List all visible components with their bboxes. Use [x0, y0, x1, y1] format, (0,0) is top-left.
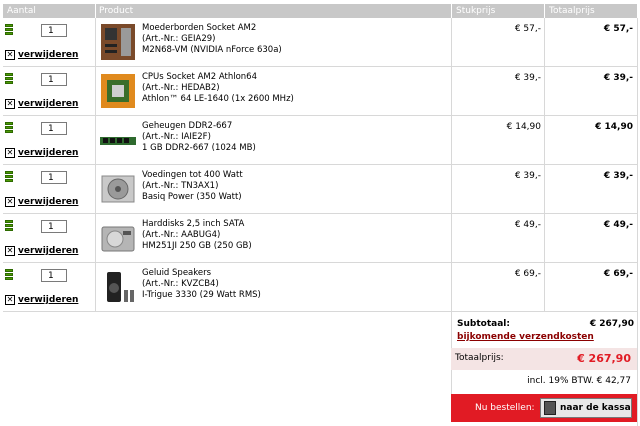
remove-item-button[interactable]: ✕ verwijderen	[5, 50, 78, 60]
product-spec: Athlon™ 64 LE-1640 (1x 2600 MHz)	[142, 94, 294, 104]
product-artnr: (Art.-Nr.: IAIE2F)	[142, 132, 211, 142]
product-name[interactable]: CPUs Socket AM2 Athlon64	[142, 72, 294, 83]
product-description: Harddisks 2,5 inch SATA (Art.-Nr.: AABUG4…	[142, 219, 252, 252]
speakers-icon	[99, 268, 137, 306]
stock-indicator-icon	[5, 24, 13, 36]
remove-item-button[interactable]: ✕ verwijderen	[5, 197, 78, 207]
product-name[interactable]: Geheugen DDR2-667	[142, 121, 256, 132]
remove-item-link[interactable]: verwijderen	[18, 50, 78, 60]
cart-item-row: ✕verwijderen Geheugen DDR2-667(Art.-Nr.: …	[3, 116, 637, 165]
unit-price: € 57,-	[514, 24, 541, 34]
psu-icon	[99, 170, 137, 208]
stock-indicator-icon	[5, 269, 13, 281]
remove-item-button[interactable]: ✕ verwijderen	[5, 295, 78, 305]
quantity-input[interactable]	[41, 220, 67, 233]
close-icon: ✕	[5, 50, 15, 60]
cart-table-header: Aantal Product Stukprijs Totaalprijs	[3, 4, 637, 18]
unit-price: € 39,-	[514, 73, 541, 83]
unit-price: € 14,90	[506, 122, 541, 132]
checkout-button[interactable]: naar de kassa	[540, 398, 632, 418]
quantity-input[interactable]	[41, 24, 67, 37]
product-spec: HM251JI 250 GB (250 GB)	[142, 241, 252, 251]
product-name[interactable]: Harddisks 2,5 inch SATA	[142, 219, 252, 230]
row-total-price: € 69,-	[603, 269, 633, 279]
cart-item-row: ✕verwijderen Moederborden Socket AM2(Art.…	[3, 18, 637, 67]
total-price-value: € 267,90	[577, 352, 631, 365]
unit-price: € 69,-	[514, 269, 541, 279]
cpu-icon	[99, 72, 137, 110]
cart-item-row: ✕verwijderen Harddisks 2,5 inch SATA(Art.…	[3, 214, 637, 263]
stock-indicator-icon	[5, 171, 13, 183]
cart-item-row: ✕verwijderen CPUs Socket AM2 Athlon64(Art…	[3, 67, 637, 116]
product-spec: M2N68-VM (NVIDIA nForce 630a)	[142, 45, 282, 55]
remove-item-button[interactable]: ✕ verwijderen	[5, 246, 78, 256]
total-price-label: Totaalprijs:	[455, 353, 504, 363]
header-totaalprijs: Totaalprijs	[549, 6, 595, 16]
header-stukprijs: Stukprijs	[456, 6, 496, 16]
cart-item-row: ✕verwijderen Voedingen tot 400 Watt(Art.-…	[3, 165, 637, 214]
product-description: Moederborden Socket AM2 (Art.-Nr.: GEIA29…	[142, 23, 282, 56]
unit-price: € 49,-	[514, 220, 541, 230]
quantity-input[interactable]	[41, 122, 67, 135]
total-price-bar: Totaalprijs: € 267,90	[451, 348, 637, 370]
row-total-price: € 39,-	[603, 73, 633, 83]
checkout-bar: Nu bestellen: naar de kassa	[451, 394, 637, 422]
product-artnr: (Art.-Nr.: AABUG4)	[142, 230, 221, 240]
quantity-input[interactable]	[41, 73, 67, 86]
harddisk-icon	[99, 219, 137, 257]
row-total-price: € 57,-	[603, 24, 633, 34]
motherboard-icon	[99, 23, 137, 61]
close-icon: ✕	[5, 295, 15, 305]
remove-item-button[interactable]: ✕ verwijderen	[5, 99, 78, 109]
stock-indicator-icon	[5, 122, 13, 134]
quantity-input[interactable]	[41, 171, 67, 184]
product-name[interactable]: Geluid Speakers	[142, 268, 261, 279]
product-name[interactable]: Voedingen tot 400 Watt	[142, 170, 243, 181]
stock-indicator-icon	[5, 73, 13, 85]
subtotal-value: € 267,90	[589, 319, 634, 329]
checkout-prompt: Nu bestellen:	[475, 403, 535, 413]
btw-note: incl. 19% BTW. € 42,77	[527, 376, 631, 386]
product-artnr: (Art.-Nr.: KVZCB4)	[142, 279, 219, 289]
subtotal-label: Subtotaal:	[457, 319, 510, 329]
product-spec: Basiq Power (350 Watt)	[142, 192, 242, 202]
product-spec: I-Trigue 3330 (29 Watt RMS)	[142, 290, 261, 300]
checkout-button-label: naar de kassa	[560, 403, 631, 413]
remove-item-link[interactable]: verwijderen	[18, 148, 78, 158]
shipping-costs-link[interactable]: bijkomende verzendkosten	[457, 332, 594, 342]
close-icon: ✕	[5, 148, 15, 158]
remove-item-link[interactable]: verwijderen	[18, 197, 78, 207]
quantity-input[interactable]	[41, 269, 67, 282]
product-name[interactable]: Moederborden Socket AM2	[142, 23, 282, 34]
product-description: Geheugen DDR2-667 (Art.-Nr.: IAIE2F) 1 GB …	[142, 121, 256, 154]
row-total-price: € 14,90	[595, 122, 633, 132]
calculator-icon	[544, 401, 556, 415]
row-total-price: € 49,-	[603, 220, 633, 230]
product-artnr: (Art.-Nr.: HEDAB2)	[142, 83, 220, 93]
product-spec: 1 GB DDR2-667 (1024 MB)	[142, 143, 256, 153]
close-icon: ✕	[5, 99, 15, 109]
remove-item-link[interactable]: verwijderen	[18, 295, 78, 305]
product-artnr: (Art.-Nr.: GEIA29)	[142, 34, 216, 44]
close-icon: ✕	[5, 246, 15, 256]
unit-price: € 39,-	[514, 171, 541, 181]
product-description: Geluid Speakers (Art.-Nr.: KVZCB4) I-Trigu…	[142, 268, 261, 301]
product-description: CPUs Socket AM2 Athlon64 (Art.-Nr.: HEDAB…	[142, 72, 294, 105]
close-icon: ✕	[5, 197, 15, 207]
remove-item-link[interactable]: verwijderen	[18, 99, 78, 109]
header-product: Product	[99, 6, 134, 16]
stock-indicator-icon	[5, 220, 13, 232]
remove-item-button[interactable]: ✕ verwijderen	[5, 148, 78, 158]
remove-item-link[interactable]: verwijderen	[18, 246, 78, 256]
product-description: Voedingen tot 400 Watt (Art.-Nr.: TN3AX1)…	[142, 170, 243, 203]
header-aantal: Aantal	[7, 6, 36, 16]
row-total-price: € 39,-	[603, 171, 633, 181]
shopping-cart: Aantal Product Stukprijs Totaalprijs ✕ve…	[0, 0, 640, 426]
cart-item-row: ✕verwijderen Geluid Speakers(Art.-Nr.: KV…	[3, 263, 637, 312]
product-artnr: (Art.-Nr.: TN3AX1)	[142, 181, 219, 191]
memory-icon	[99, 121, 137, 159]
